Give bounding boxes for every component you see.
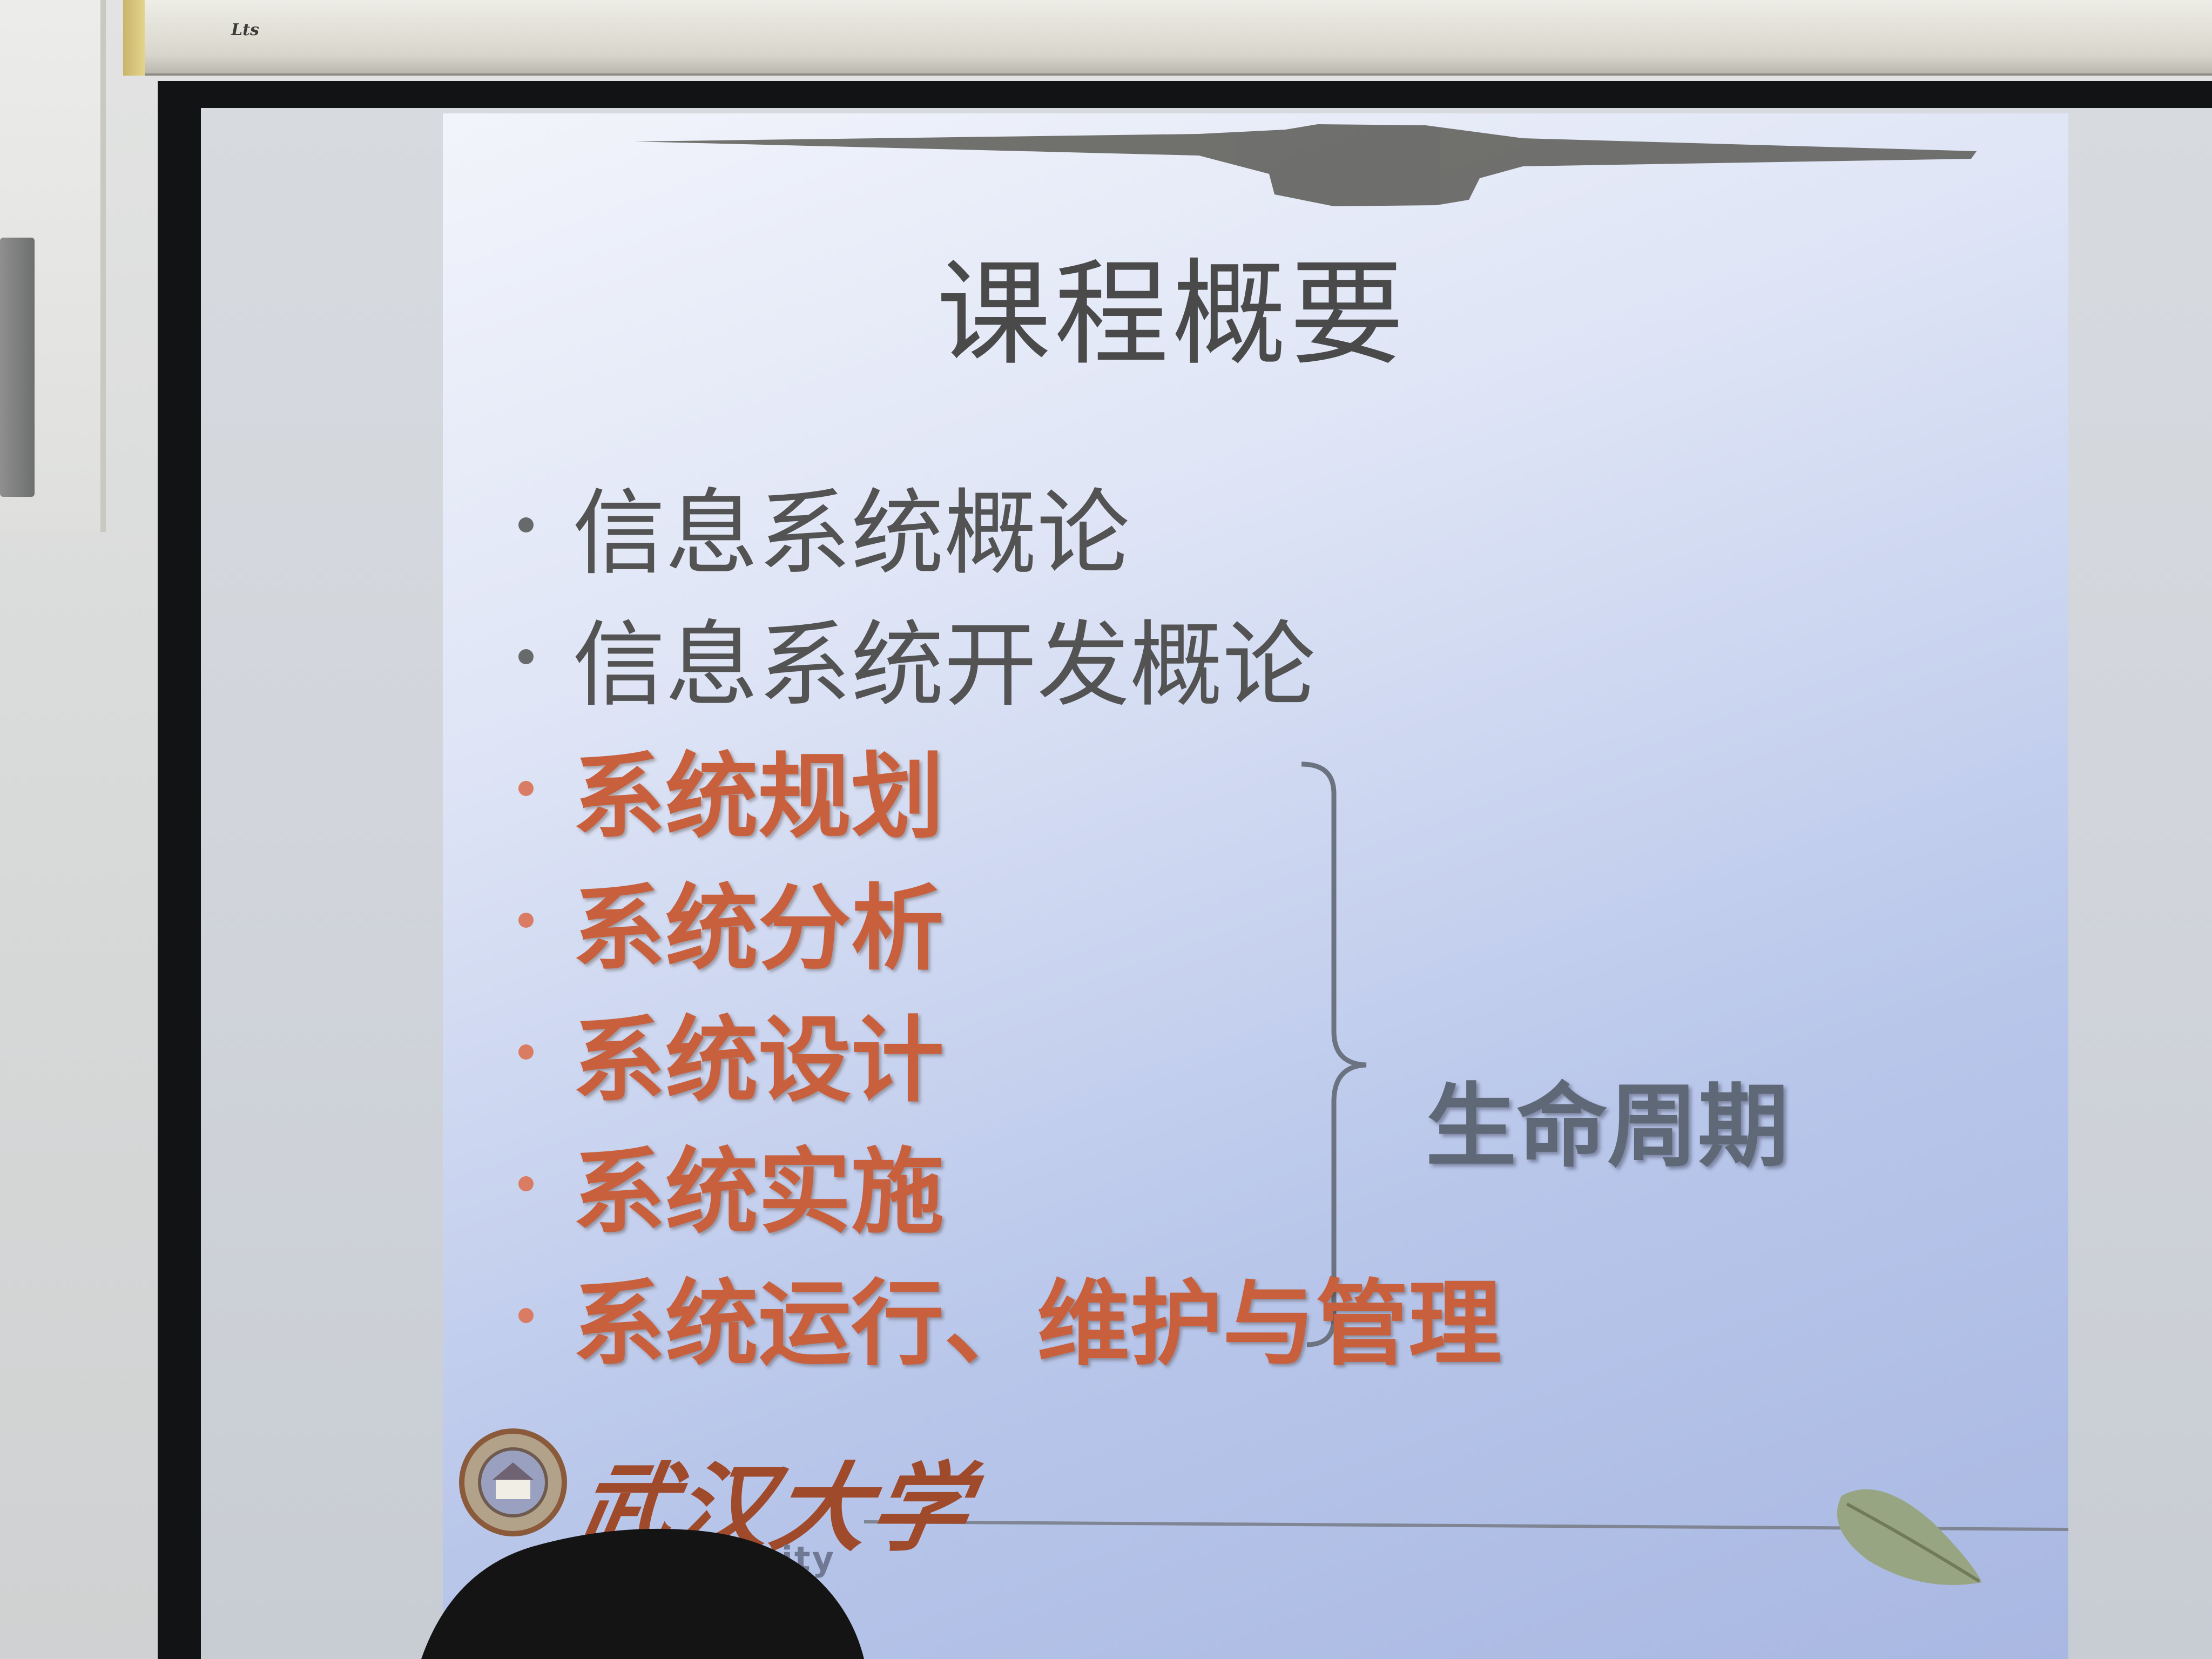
audience-head-silhouette: [421, 1528, 864, 1659]
photo-scene: Lts 课程概要 信息系统概论 信息系统开发概论 系统规划 系统分析 系统设计 …: [0, 0, 2212, 1659]
